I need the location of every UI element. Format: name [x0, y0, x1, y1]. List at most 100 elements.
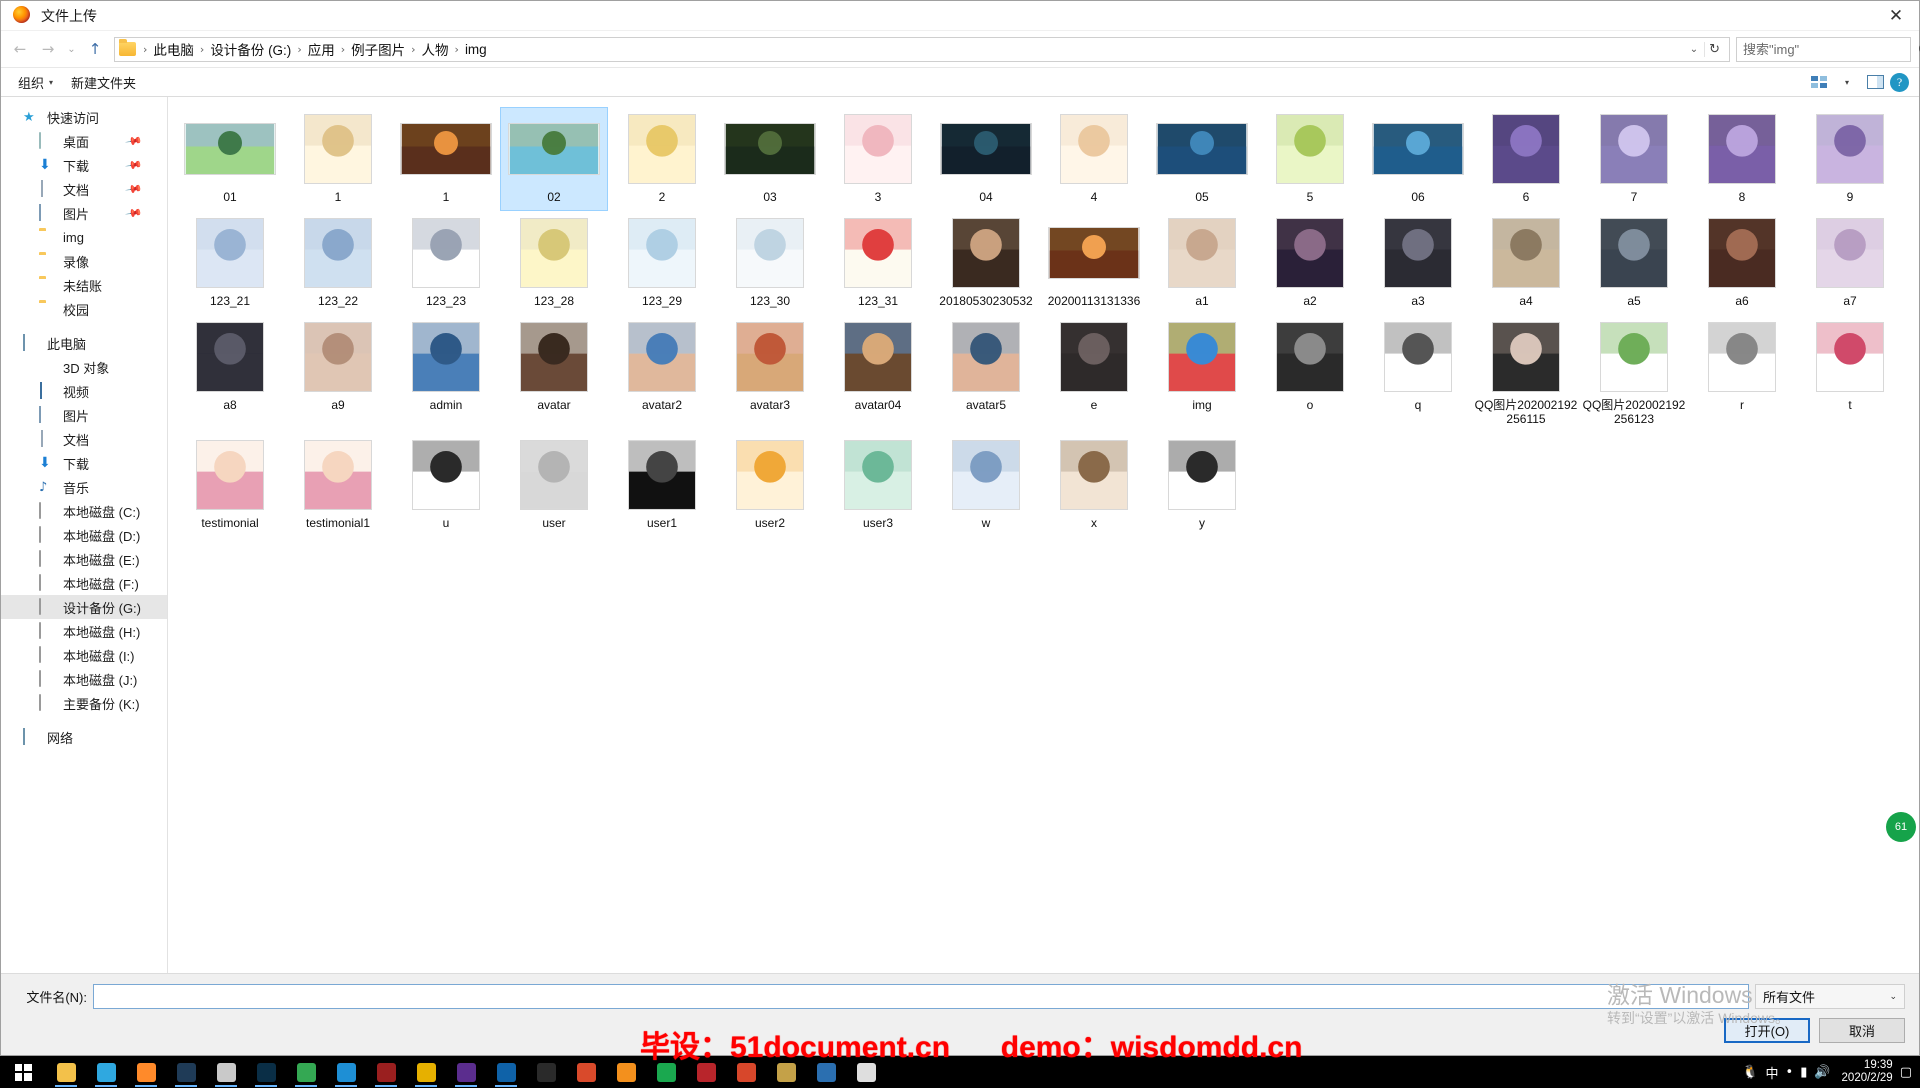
taskbar-app-terminal-app[interactable]: [526, 1056, 566, 1088]
sidebar-item-3d-objects[interactable]: 3D 对象: [1, 355, 167, 379]
sidebar-item-videos[interactable]: 视频: [1, 379, 167, 403]
ime-indicator[interactable]: 中: [1766, 1063, 1779, 1082]
file-tile[interactable]: testimonial: [176, 433, 284, 537]
help-icon[interactable]: ?: [1890, 72, 1909, 92]
file-tile[interactable]: 03: [716, 107, 824, 211]
notification-icon[interactable]: ▢: [1900, 1065, 1912, 1080]
address-bar[interactable]: › 此电脑 › 设计备份 (G:) › 应用 › 例子图片 › 人物 › img…: [114, 36, 1730, 62]
organize-button[interactable]: 组织 ▾: [11, 70, 60, 95]
file-tile[interactable]: x: [1040, 433, 1148, 537]
navigation-sidebar[interactable]: ★ 快速访问 桌面 📌 ⬇ 下载 📌 文档 📌 图片 📌 img 录像 未结账 …: [1, 97, 168, 973]
file-tile[interactable]: 20180530230532: [932, 211, 1040, 315]
file-tile[interactable]: a9: [284, 315, 392, 433]
taskbar-app-pdf-app[interactable]: [686, 1056, 726, 1088]
sidebar-item-drive-k[interactable]: 主要备份 (K:): [1, 691, 167, 715]
file-tile[interactable]: a7: [1796, 211, 1904, 315]
file-tile[interactable]: avatar5: [932, 315, 1040, 433]
search-box[interactable]: [1736, 36, 1920, 62]
file-tile[interactable]: a4: [1472, 211, 1580, 315]
filename-input[interactable]: [93, 984, 1749, 1009]
sidebar-item-recordings[interactable]: 录像: [1, 249, 167, 273]
file-tile[interactable]: 123_28: [500, 211, 608, 315]
sidebar-item-drive-i[interactable]: 本地磁盘 (I:): [1, 643, 167, 667]
sidebar-item-drive-d[interactable]: 本地磁盘 (D:): [1, 523, 167, 547]
taskbar-app-photoshop-app[interactable]: [246, 1056, 286, 1088]
taskbar-app-office-app[interactable]: [726, 1056, 766, 1088]
chevron-down-icon[interactable]: ⌄: [1684, 44, 1704, 55]
file-tile[interactable]: a8: [176, 315, 284, 433]
file-tile[interactable]: 2: [608, 107, 716, 211]
taskbar-app-paint-app[interactable]: [806, 1056, 846, 1088]
view-options-caret[interactable]: ▾: [1834, 71, 1860, 93]
file-tile[interactable]: 123_21: [176, 211, 284, 315]
tray-extra-icon[interactable]: •: [1786, 1065, 1794, 1080]
back-button[interactable]: ←: [7, 36, 33, 62]
file-tile[interactable]: 04: [932, 107, 1040, 211]
taskbar-app-media-player[interactable]: [366, 1056, 406, 1088]
file-tile[interactable]: 123_23: [392, 211, 500, 315]
taskbar-app-edge-browser[interactable]: [86, 1056, 126, 1088]
file-tile[interactable]: 123_29: [608, 211, 716, 315]
forward-button[interactable]: →: [35, 36, 61, 62]
qq-penguin-icon[interactable]: 🐧: [1742, 1065, 1758, 1080]
sidebar-item-pictures[interactable]: 图片 📌: [1, 201, 167, 225]
sidebar-group-network[interactable]: 网络: [1, 725, 167, 749]
file-list-pane[interactable]: 01 1 1 02 2 03 3 04 4 05 5 06 6 7 8 9 123_21 123_22 123_23…: [168, 97, 1919, 973]
sidebar-item-unpaid[interactable]: 未结账: [1, 273, 167, 297]
file-tile[interactable]: 20200113131336: [1040, 211, 1148, 315]
open-button[interactable]: 打开(O): [1724, 1018, 1810, 1043]
taskbar-app-scissors-app[interactable]: [206, 1056, 246, 1088]
taskbar-app-explorer-2[interactable]: [766, 1056, 806, 1088]
file-tile[interactable]: 05: [1148, 107, 1256, 211]
sidebar-item-pictures-pc[interactable]: 图片: [1, 403, 167, 427]
sidebar-item-documents-pc[interactable]: 文档: [1, 427, 167, 451]
sidebar-item-drive-j[interactable]: 本地磁盘 (J:): [1, 667, 167, 691]
taskbar-app-code-editor[interactable]: [486, 1056, 526, 1088]
network-icon[interactable]: ▮: [1800, 1065, 1807, 1080]
file-tile[interactable]: 1: [284, 107, 392, 211]
start-button[interactable]: [0, 1056, 46, 1088]
file-tile[interactable]: w: [932, 433, 1040, 537]
sidebar-item-drive-f[interactable]: 本地磁盘 (F:): [1, 571, 167, 595]
taskbar-app-file-explorer[interactable]: [46, 1056, 86, 1088]
file-tile[interactable]: 8: [1688, 107, 1796, 211]
file-tile[interactable]: 123_31: [824, 211, 932, 315]
sidebar-item-documents[interactable]: 文档 📌: [1, 177, 167, 201]
recent-locations-button[interactable]: ⌄: [63, 36, 80, 62]
taskbar-app-design-app[interactable]: [166, 1056, 206, 1088]
sidebar-item-downloads-pc[interactable]: ⬇ 下载: [1, 451, 167, 475]
breadcrumb-item-4[interactable]: 人物: [419, 39, 452, 59]
taskbar-app-tools-app[interactable]: [566, 1056, 606, 1088]
taskbar-app-edge-dev[interactable]: [326, 1056, 366, 1088]
breadcrumb-item-2[interactable]: 应用: [305, 39, 338, 59]
file-tile[interactable]: a1: [1148, 211, 1256, 315]
cancel-button[interactable]: 取消: [1819, 1018, 1905, 1043]
taskbar-app-visual-studio[interactable]: [446, 1056, 486, 1088]
up-button[interactable]: ↑: [82, 36, 108, 62]
file-tile[interactable]: user2: [716, 433, 824, 537]
file-tile[interactable]: testimonial1: [284, 433, 392, 537]
filetype-dropdown[interactable]: 所有文件 ⌄: [1755, 984, 1905, 1009]
sidebar-item-desktop[interactable]: 桌面 📌: [1, 129, 167, 153]
file-tile[interactable]: o: [1256, 315, 1364, 433]
file-tile[interactable]: 9: [1796, 107, 1904, 211]
file-tile[interactable]: a6: [1688, 211, 1796, 315]
taskbar-app-chrome-browser[interactable]: [286, 1056, 326, 1088]
file-tile[interactable]: avatar: [500, 315, 608, 433]
sidebar-group-this-pc[interactable]: 此电脑: [1, 331, 167, 355]
sidebar-item-drive-c[interactable]: 本地磁盘 (C:): [1, 499, 167, 523]
file-tile[interactable]: QQ图片202002192256115: [1472, 315, 1580, 433]
file-tile[interactable]: QQ图片202002192256123: [1580, 315, 1688, 433]
sidebar-item-campus[interactable]: 校园: [1, 297, 167, 321]
file-tile[interactable]: admin: [392, 315, 500, 433]
file-tile[interactable]: user1: [608, 433, 716, 537]
file-tile[interactable]: a2: [1256, 211, 1364, 315]
file-tile[interactable]: t: [1796, 315, 1904, 433]
sidebar-item-drive-g[interactable]: 设计备份 (G:): [1, 595, 167, 619]
file-tile[interactable]: a3: [1364, 211, 1472, 315]
file-tile[interactable]: 3: [824, 107, 932, 211]
file-tile[interactable]: 7: [1580, 107, 1688, 211]
file-tile[interactable]: 02: [500, 107, 608, 211]
sidebar-group-quick-access[interactable]: ★ 快速访问: [1, 105, 167, 129]
file-tile[interactable]: 01: [176, 107, 284, 211]
